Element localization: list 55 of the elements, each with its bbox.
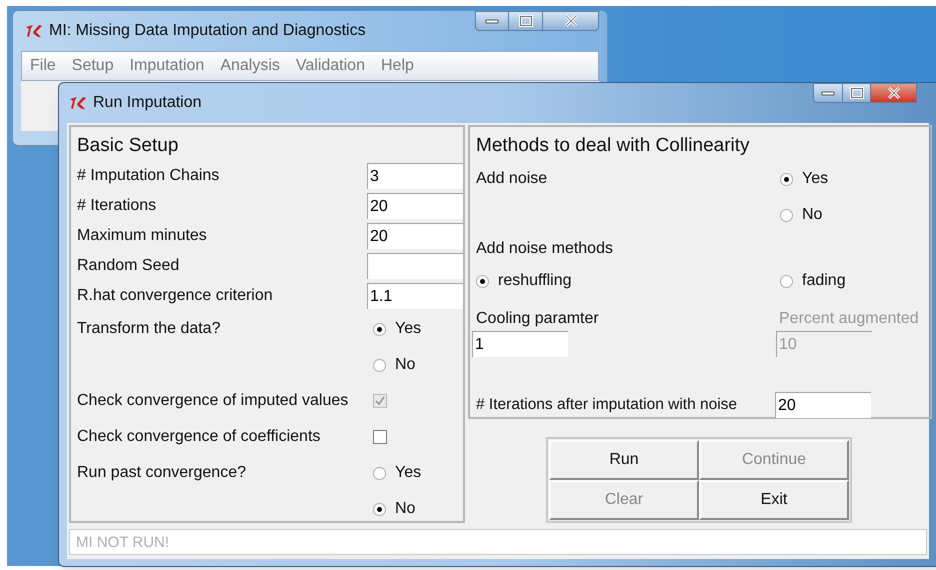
label-text: Maximum minutes xyxy=(77,226,208,246)
minimize-icon xyxy=(485,18,499,24)
label-text: # Imputation Chains xyxy=(77,166,220,186)
label-text: # Iterations xyxy=(77,196,158,216)
label-text: Random Seed xyxy=(77,256,180,276)
dialog-button[interactable]: Run xyxy=(549,440,699,480)
radio-button[interactable]: Yes xyxy=(373,319,422,339)
radio-button[interactable]: Yes xyxy=(373,463,422,483)
menu-item[interactable]: Setup xyxy=(72,54,114,78)
window-title: Run Imputation xyxy=(93,93,202,113)
maximize-button[interactable] xyxy=(843,83,871,103)
menu-item[interactable]: Imputation xyxy=(130,54,204,78)
close-icon xyxy=(886,87,900,99)
radio-button[interactable]: No xyxy=(373,499,416,519)
label-text: # Iterations after imputation with noise xyxy=(476,395,738,416)
panel-title: Basic Setup xyxy=(77,134,180,158)
input-field[interactable]: 20 xyxy=(367,223,463,249)
minimize-button[interactable] xyxy=(813,83,843,103)
label-text: Transform the data? xyxy=(77,320,220,337)
radio-button[interactable]: No xyxy=(780,205,822,225)
close-button[interactable] xyxy=(871,83,917,103)
label-text: Check convergence of coefficients xyxy=(77,427,322,447)
menu-item[interactable]: File xyxy=(30,54,56,78)
dialog-button[interactable]: Exit xyxy=(699,480,849,520)
label-text: R.hat convergence criterion xyxy=(77,286,274,306)
close-button[interactable] xyxy=(543,11,599,31)
panel-title: Methods to deal with Collinearity xyxy=(476,134,751,158)
menu-item[interactable]: Analysis xyxy=(220,54,280,78)
window-title: MI: Missing Data Imputation and Diagnostics xyxy=(49,21,366,41)
input-field[interactable]: 20 xyxy=(775,392,871,418)
input-field[interactable]: 1 xyxy=(472,331,568,357)
status-field[interactable]: MI NOT RUN! xyxy=(69,529,927,555)
label-text: Cooling paramter xyxy=(475,309,600,329)
label-text: Check convergence of imputed values xyxy=(77,391,350,411)
label-text: Add noise xyxy=(476,170,548,187)
minimize-button[interactable] xyxy=(475,11,509,31)
checkbox[interactable] xyxy=(373,430,387,444)
label-text: Run past convergence? xyxy=(77,464,246,481)
maximize-button[interactable] xyxy=(509,11,543,31)
maximize-icon xyxy=(850,87,864,99)
input-field[interactable] xyxy=(367,253,463,279)
label-text: Percent augmented xyxy=(779,309,919,329)
input-field[interactable]: 1.1 xyxy=(367,283,463,309)
radio-button[interactable]: fading xyxy=(780,271,846,291)
minimize-icon xyxy=(821,90,835,96)
close-icon xyxy=(564,15,578,27)
radio-button[interactable]: No xyxy=(373,355,416,375)
radio-button[interactable]: reshuffling xyxy=(476,271,780,291)
menu-item[interactable]: Validation xyxy=(296,54,365,78)
radio-button[interactable]: Yes xyxy=(780,169,828,189)
input-field[interactable]: 20 xyxy=(367,193,463,219)
maximize-icon xyxy=(518,15,532,27)
menu-item[interactable]: Help xyxy=(380,54,414,78)
label-text: Add noise methods xyxy=(476,239,613,259)
input-field[interactable]: 3 xyxy=(367,163,463,189)
